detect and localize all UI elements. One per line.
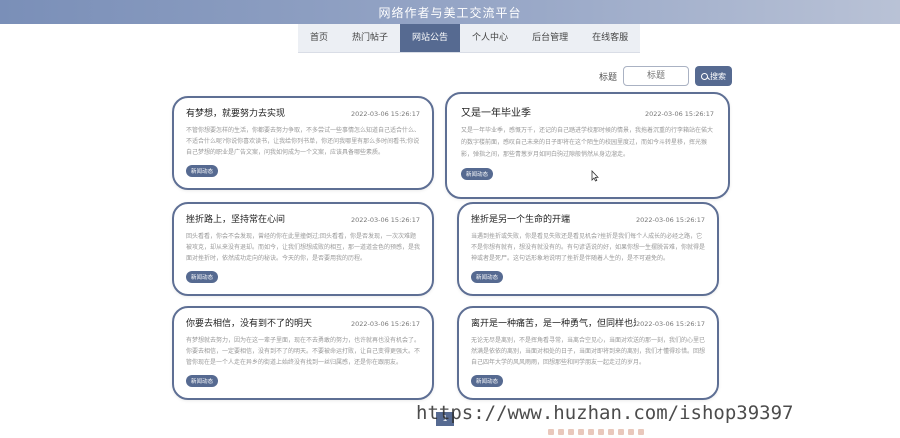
nav-item-announcements[interactable]: 网站公告 <box>400 24 461 52</box>
toolbar-icon <box>618 429 624 435</box>
card-title[interactable]: 离开是一种痛苦，是一种勇气，但同样也是一个考验 <box>471 316 636 329</box>
search-button[interactable]: 搜索 <box>695 66 733 86</box>
nav-item-profile[interactable]: 个人中心 <box>460 24 520 52</box>
card-date: 2022-03-06 15:26:17 <box>350 110 420 118</box>
nav-item-support[interactable]: 在线客服 <box>580 24 640 52</box>
bottom-toolbar <box>548 429 644 435</box>
text-cursor-icon <box>591 170 599 182</box>
main-nav: 首页 热门帖子 网站公告 个人中心 后台管理 在线客服 <box>298 24 641 53</box>
card-date: 2022-03-06 15:26:17 <box>350 216 420 224</box>
search-label: 标题 <box>599 72 618 83</box>
card-title[interactable]: 挫折是另一个生命的开端 <box>471 212 570 225</box>
announcement-card[interactable]: 挫折路上，坚持常在心间 2022-03-06 15:26:17 回头看看，你会不… <box>172 202 434 296</box>
card-summary: 当遇到挫折或失败，你是看见失败还是看见机会?挫折是我们每个人成长的必经之路，它不… <box>471 233 705 262</box>
card-tag[interactable]: 新闻动态 <box>186 271 219 283</box>
card-date: 2022-03-06 15:26:17 <box>350 320 420 328</box>
toolbar-icon <box>558 429 564 435</box>
card-tag[interactable]: 新闻动态 <box>186 375 219 387</box>
toolbar-icon <box>628 429 634 435</box>
announcement-card[interactable]: 离开是一种痛苦，是一种勇气，但同样也是一个考验 2022-03-06 15:26… <box>457 306 719 400</box>
card-tag[interactable]: 新闻动态 <box>186 165 219 177</box>
announcement-card[interactable]: 你要去相信，没有到不了的明天 2022-03-06 15:26:17 有梦想就去… <box>172 306 434 400</box>
card-date: 2022-03-06 15:26:17 <box>635 216 705 224</box>
site-header: 网络作者与美工交流平台 <box>0 0 900 24</box>
announcement-card[interactable]: 又是一年毕业季 2022-03-06 15:26:17 又是一年毕业季，感慨万千… <box>445 92 730 199</box>
search-button-label: 搜索 <box>710 71 727 81</box>
card-summary: 回头看看，你会不会发现，曾经的你在此里撞倒过;回头看看，你是否发现，一次次难题被… <box>186 233 420 262</box>
site-title: 网络作者与美工交流平台 <box>378 5 522 20</box>
toolbar-icon <box>608 429 614 435</box>
card-title[interactable]: 你要去相信，没有到不了的明天 <box>186 316 312 329</box>
announcement-card[interactable]: 挫折是另一个生命的开端 2022-03-06 15:26:17 当遇到挫折或失败… <box>457 202 719 296</box>
search-icon <box>701 72 709 80</box>
search-bar: 标题 搜索 <box>599 66 733 86</box>
watermark: https://www.huzhan.com/ishop39397 <box>416 402 794 424</box>
card-date: 2022-03-06 15:26:17 <box>644 110 714 118</box>
toolbar-icon <box>598 429 604 435</box>
card-summary: 无论无尽是离别，不是挥角看寻常，当离合空见心，当面对欢送的那一刻，我们的心里已然… <box>471 337 705 366</box>
toolbar-icon <box>638 429 644 435</box>
toolbar-icon <box>548 429 554 435</box>
card-tag[interactable]: 新闻动态 <box>471 375 504 387</box>
nav-item-admin[interactable]: 后台管理 <box>520 24 580 52</box>
card-title[interactable]: 又是一年毕业季 <box>461 104 531 119</box>
card-title[interactable]: 有梦想，就要努力去实现 <box>186 106 285 119</box>
toolbar-icon <box>588 429 594 435</box>
card-title[interactable]: 挫折路上，坚持常在心间 <box>186 212 285 225</box>
card-summary: 不管你想要怎样的生活，你都要去努力争取，不多尝试一些事情怎么知道自己适合什么、不… <box>186 127 420 156</box>
toolbar-icon <box>568 429 574 435</box>
nav-item-home[interactable]: 首页 <box>298 24 340 52</box>
card-summary: 有梦想就去努力，因为在这一辈子里面，现在不去勇敢的努力，也许就再也没有机会了。你… <box>186 337 420 366</box>
nav-item-hot-posts[interactable]: 热门帖子 <box>340 24 400 52</box>
toolbar-icon <box>578 429 584 435</box>
card-date: 2022-03-06 15:26:17 <box>635 320 705 328</box>
announcement-card[interactable]: 有梦想，就要努力去实现 2022-03-06 15:26:17 不管你想要怎样的… <box>172 96 434 190</box>
search-input[interactable] <box>623 66 690 86</box>
card-tag[interactable]: 新闻动态 <box>471 271 504 283</box>
card-summary: 又是一年毕业季，感慨万千，还记的自己踏进学校那时候的情景，我拖着沉重的行李箱站在… <box>461 127 714 158</box>
card-tag[interactable]: 新闻动态 <box>461 168 494 180</box>
